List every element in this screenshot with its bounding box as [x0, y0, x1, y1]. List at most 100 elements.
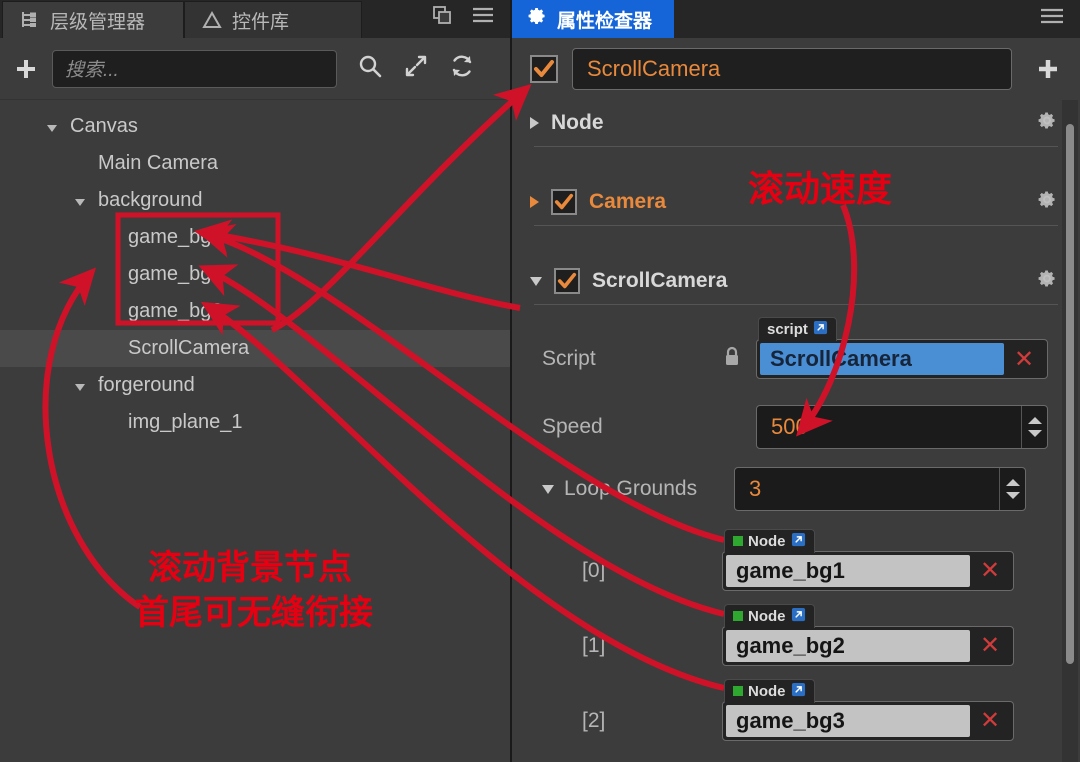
lock-icon: [722, 345, 742, 374]
close-x-icon[interactable]: ✕: [970, 706, 1010, 735]
section-node-label: Node: [551, 111, 604, 134]
chevron-down-icon[interactable]: [72, 378, 88, 394]
add-component-button[interactable]: [1026, 55, 1070, 83]
tab-hierarchy-label: 层级管理器: [50, 11, 146, 33]
search-input[interactable]: 搜索...: [52, 49, 337, 88]
expand-icon[interactable]: [403, 53, 429, 84]
tab-widget-library-label: 控件库: [232, 11, 290, 33]
close-x-icon[interactable]: ✕: [970, 631, 1010, 660]
array-item-2-value: game_bg3: [726, 704, 970, 737]
script-badge-label: script: [767, 321, 808, 338]
close-x-icon[interactable]: ✕: [970, 556, 1010, 585]
external-link-icon[interactable]: [791, 607, 806, 626]
property-script: Script script ScrollCamera ✕: [512, 317, 1080, 387]
chevron-down-icon[interactable]: [44, 119, 60, 135]
property-loop-grounds-label: Loop Grounds: [564, 477, 698, 500]
chevron-down-icon[interactable]: [542, 484, 554, 494]
script-reference-field[interactable]: ScrollCamera ✕: [756, 339, 1048, 379]
triangle-icon: [201, 9, 223, 31]
tree-item-main-camera[interactable]: Main Camera: [0, 145, 510, 182]
tree-item-label: forgeround: [98, 374, 195, 396]
tree-item-label: background: [98, 189, 203, 211]
section-scrollcamera[interactable]: ScrollCamera: [512, 258, 1080, 304]
array-index-label: [0]: [582, 558, 606, 582]
external-link-icon[interactable]: [791, 682, 806, 701]
loop-grounds-input[interactable]: 3: [734, 467, 1026, 511]
tree-item-game-bg1[interactable]: game_bg1: [0, 219, 510, 256]
external-link-icon[interactable]: [791, 532, 806, 551]
annotation-bg-nodes-line1: 滚动背景节点: [148, 549, 352, 587]
tree-item-canvas[interactable]: Canvas: [0, 108, 510, 145]
gear-icon[interactable]: [1036, 189, 1058, 216]
section-scrollcamera-label: ScrollCamera: [592, 269, 728, 292]
array-item-1-field[interactable]: game_bg2 ✕: [722, 625, 1014, 666]
array-item-0-field[interactable]: game_bg1 ✕: [722, 550, 1014, 591]
refresh-icon[interactable]: [449, 53, 475, 84]
chevron-down-icon[interactable]: [72, 193, 88, 209]
search-icon[interactable]: [357, 53, 383, 84]
chevron-down-icon[interactable]: [530, 276, 542, 286]
inspector-header: ScrollCamera: [512, 38, 1080, 100]
add-node-button[interactable]: [0, 38, 52, 99]
node-badge-label: Node: [748, 607, 786, 625]
tree-item-label: game_bg3: [128, 300, 223, 322]
tab-widget-library[interactable]: 控件库: [184, 1, 362, 38]
scrollcamera-enabled-checkbox[interactable]: [554, 268, 580, 294]
tree-item-background[interactable]: background: [0, 182, 510, 219]
gear-icon: [526, 5, 548, 33]
node-type-badge: Node: [724, 678, 815, 703]
stepper-down-icon[interactable]: [1027, 430, 1042, 437]
camera-enabled-checkbox[interactable]: [551, 189, 577, 215]
section-node[interactable]: Node: [512, 100, 1080, 146]
stepper-up-icon[interactable]: [1005, 479, 1020, 486]
speed-stepper[interactable]: [1021, 406, 1047, 448]
hierarchy-toolbar: 搜索...: [0, 38, 512, 100]
chevron-right-icon[interactable]: [530, 117, 539, 129]
array-item-1-value: game_bg2: [726, 629, 970, 662]
hierarchy-tree: Canvas Main Camera background game_bg1 g…: [0, 100, 510, 762]
tree-item-img-plane-1[interactable]: img_plane_1: [0, 404, 510, 441]
hierarchy-icon: [19, 9, 41, 31]
node-enabled-checkbox[interactable]: [530, 55, 558, 83]
tab-hierarchy[interactable]: 层级管理器: [2, 1, 184, 38]
stepper-up-icon[interactable]: [1027, 417, 1042, 424]
tree-item-scrollcamera[interactable]: ScrollCamera: [0, 330, 510, 367]
close-x-icon[interactable]: ✕: [1004, 345, 1044, 374]
annotation-bg-nodes-line2: 首尾可无缝衔接: [135, 594, 373, 632]
chevron-right-icon[interactable]: [530, 196, 539, 208]
node-type-color-swatch: [733, 611, 743, 621]
copy-panel-icon[interactable]: [432, 5, 452, 30]
gear-icon[interactable]: [1036, 268, 1058, 295]
inspector-panel: 属性检查器 ScrollCamera Node Camera ScrollCam…: [512, 0, 1080, 762]
hamburger-menu-icon[interactable]: [472, 6, 494, 29]
speed-input[interactable]: 500: [756, 405, 1048, 449]
loop-grounds-value: 3: [749, 476, 762, 501]
external-link-icon[interactable]: [813, 320, 828, 339]
gear-icon[interactable]: [1036, 110, 1058, 137]
array-index-label: [1]: [582, 633, 606, 657]
tree-item-label: ScrollCamera: [128, 337, 250, 359]
tree-item-game-bg3[interactable]: game_bg3: [0, 293, 510, 330]
inspector-scrollbar-thumb[interactable]: [1066, 124, 1074, 664]
tree-item-game-bg2[interactable]: game_bg2: [0, 256, 510, 293]
array-item-0: [0] Node game_bg1 ✕: [512, 528, 1080, 608]
tree-item-label: Canvas: [70, 115, 138, 137]
hamburger-menu-icon[interactable]: [1040, 8, 1064, 29]
tree-item-label: game_bg2: [128, 263, 223, 285]
tree-item-label: img_plane_1: [128, 411, 243, 433]
array-item-2-field[interactable]: game_bg3 ✕: [722, 700, 1014, 741]
speed-value: 500: [771, 414, 808, 439]
tree-item-forgeround[interactable]: forgeround: [0, 367, 510, 404]
search-placeholder: 搜索...: [65, 60, 119, 81]
script-reference-value: ScrollCamera: [760, 343, 1004, 375]
node-name-input[interactable]: ScrollCamera: [572, 48, 1012, 90]
script-type-badge: script: [758, 317, 837, 341]
loop-grounds-stepper[interactable]: [999, 468, 1025, 510]
stepper-down-icon[interactable]: [1005, 492, 1020, 499]
node-name-value: ScrollCamera: [587, 56, 721, 81]
array-index-label: [2]: [582, 708, 606, 732]
property-script-label: Script: [542, 347, 596, 370]
node-type-color-swatch: [733, 536, 743, 546]
tab-inspector[interactable]: 属性检查器: [512, 0, 675, 38]
node-badge-label: Node: [748, 532, 786, 550]
